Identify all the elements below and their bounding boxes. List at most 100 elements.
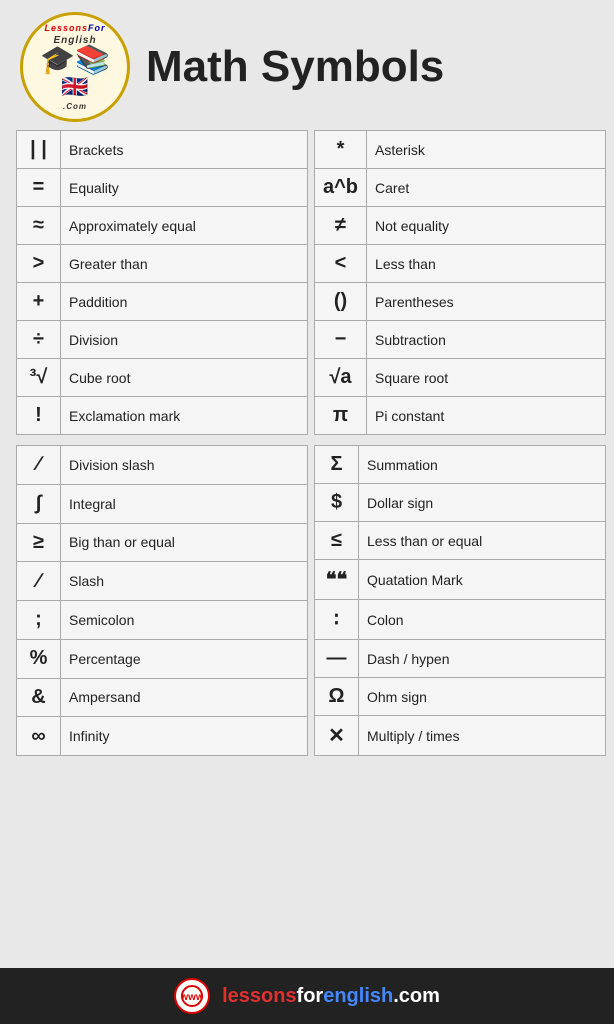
logo-text-bottom: .Com [63,102,87,111]
symbol-cell: = [17,169,61,207]
table-row: <Less than [315,245,606,283]
symbol-cell: ≤ [315,522,359,560]
logo-flag-icon: 🇬🇧 [61,74,88,100]
symbol-cell: * [315,131,367,169]
symbol-cell: — [315,640,359,678]
symbol-cell: & [17,678,61,717]
table-right-2: ΣSummation$Dollar sign≤Less than or equa… [314,445,606,756]
symbol-cell: − [315,321,367,359]
name-cell: Ampersand [61,678,308,717]
name-cell: Ohm sign [359,678,606,716]
symbol-cell: ∶ [315,600,359,640]
table-row: ∶Colon [315,600,606,640]
name-cell: Summation [359,446,606,484]
table-row: a^bCaret [315,169,606,207]
name-cell: Parentheses [367,283,606,321]
name-cell: Colon [359,600,606,640]
name-cell: Not equality [367,207,606,245]
name-cell: Pi constant [367,397,606,435]
name-cell: Dash / hypen [359,640,606,678]
page-header: LessonsFor English 🎓📚 🇬🇧 .Com Math Symbo… [0,0,614,130]
table-section-1: | |Brackets=Equality≈Approximately equal… [16,130,606,435]
symbol-cell: ; [17,601,61,640]
logo: LessonsFor English 🎓📚 🇬🇧 .Com [20,12,130,122]
symbol-cell: Σ [315,446,359,484]
name-cell: Infinity [61,717,308,756]
logo-text-top: LessonsFor [44,23,105,33]
name-cell: Dollar sign [359,484,606,522]
name-cell: Square root [367,359,606,397]
name-cell: Multiply / times [359,716,606,756]
symbol-cell: < [315,245,367,283]
symbol-cell: ≠ [315,207,367,245]
table-row: =Equality [17,169,308,207]
footer-logo: www [174,978,210,1014]
symbol-cell: > [17,245,61,283]
name-cell: Quatation Mark [359,560,606,600]
name-cell: Cube root [61,359,308,397]
table-row: %Percentage [17,639,308,678]
table-row: ≤Less than or equal [315,522,606,560]
table-section-2: ∕Division slash∫Integral≥Big than or equ… [16,445,606,756]
table-row: ≥Big than or equal [17,523,308,562]
page-title: Math Symbols [146,42,444,92]
symbol-cell: ∕ [17,446,61,485]
symbol-cell: π [315,397,367,435]
table-row: +Paddition [17,283,308,321]
table-row: ∫Integral [17,484,308,523]
name-cell: Exclamation mark [61,397,308,435]
table-row: ()Parentheses [315,283,606,321]
name-cell: Brackets [61,131,308,169]
table-row: | |Brackets [17,131,308,169]
symbol-cell: + [17,283,61,321]
table-row: ³√Cube root [17,359,308,397]
table-row: −Subtraction [315,321,606,359]
symbol-cell: ∫ [17,484,61,523]
name-cell: Subtraction [367,321,606,359]
table-row: —Dash / hypen [315,640,606,678]
name-cell: Semicolon [61,601,308,640]
main-content: | |Brackets=Equality≈Approximately equal… [12,130,602,756]
table-row: πPi constant [315,397,606,435]
table-right-1: *Asteriska^bCaret≠Not equality<Less than… [314,130,606,435]
symbol-cell: ≈ [17,207,61,245]
symbol-cell: ✕ [315,716,359,756]
table-row: ;Semicolon [17,601,308,640]
symbol-cell: ! [17,397,61,435]
logo-books-icon: 🎓📚 [40,46,110,74]
name-cell: Less than or equal [359,522,606,560]
table-row: ÷Division [17,321,308,359]
name-cell: Less than [367,245,606,283]
table-row: $Dollar sign [315,484,606,522]
table-row: !Exclamation mark [17,397,308,435]
name-cell: Big than or equal [61,523,308,562]
name-cell: Division [61,321,308,359]
name-cell: Asterisk [367,131,606,169]
symbol-cell: ³√ [17,359,61,397]
table-row: ∞Infinity [17,717,308,756]
name-cell: Greater than [61,245,308,283]
page-footer: www lessonsforenglish.com [0,968,614,1024]
symbol-cell: ∕ [17,562,61,601]
table-row: >Greater than [17,245,308,283]
table-row: ❝❝Quatation Mark [315,560,606,600]
table-row: √aSquare root [315,359,606,397]
symbol-cell: Ω [315,678,359,716]
name-cell: Equality [61,169,308,207]
symbol-cell: % [17,639,61,678]
table-row: ≠Not equality [315,207,606,245]
symbol-cell: a^b [315,169,367,207]
table-left-1: | |Brackets=Equality≈Approximately equal… [16,130,308,435]
name-cell: Slash [61,562,308,601]
svg-text:www: www [181,992,203,1003]
table-row: &Ampersand [17,678,308,717]
symbol-cell: √a [315,359,367,397]
symbol-cell: () [315,283,367,321]
symbol-cell: ÷ [17,321,61,359]
table-left-2: ∕Division slash∫Integral≥Big than or equ… [16,445,308,756]
symbol-cell: ≥ [17,523,61,562]
name-cell: Paddition [61,283,308,321]
table-row: *Asterisk [315,131,606,169]
table-row: ≈Approximately equal [17,207,308,245]
symbol-cell: $ [315,484,359,522]
